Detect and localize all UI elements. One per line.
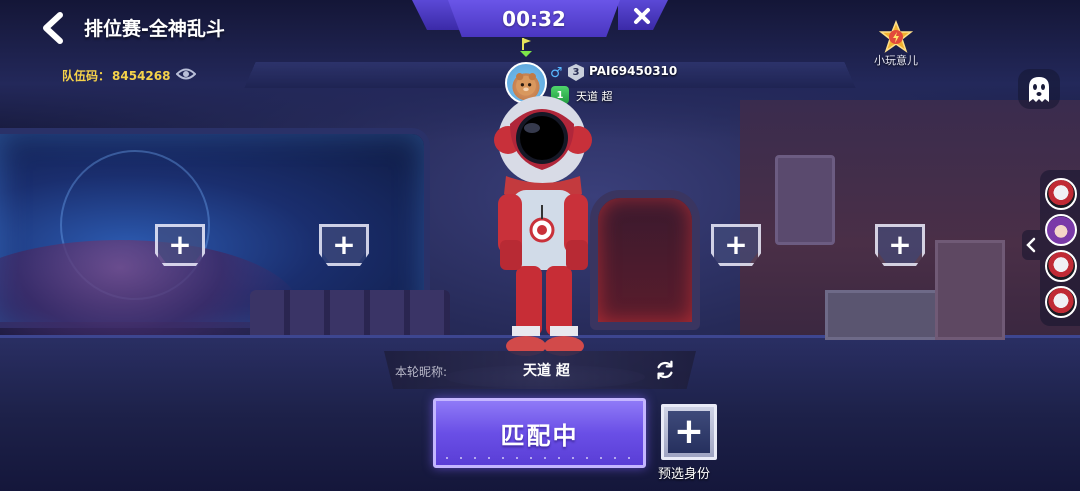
plus-icon: + — [888, 228, 912, 261]
round-nickname-value: 天道 超 — [523, 363, 570, 379]
close-icon — [634, 8, 650, 24]
emote-button[interactable] — [1018, 69, 1060, 109]
rank-badge[interactable]: 小玩意儿 — [868, 20, 924, 68]
preselect-role-button[interactable]: + — [661, 404, 717, 460]
matching-button[interactable]: 匹配中 — [433, 398, 646, 468]
page-title: 排位赛-全神乱斗 — [84, 18, 225, 40]
cancel-match-button[interactable] — [622, 1, 662, 31]
add-teammate-slot-4[interactable]: + — [875, 224, 925, 266]
add-teammate-slot-2[interactable]: + — [319, 224, 369, 266]
countdown-bar: 00:32 — [412, 0, 668, 37]
add-teammate-slot-1[interactable]: + — [155, 224, 205, 266]
player-id: PAI69450310 — [589, 64, 678, 78]
back-arrow-icon — [43, 12, 63, 44]
collapse-panel-button[interactable] — [1022, 230, 1040, 260]
plus-icon: + — [168, 228, 192, 261]
plus-icon: + — [673, 411, 705, 452]
wall-panel — [775, 155, 835, 245]
cargo-crate — [935, 240, 1005, 340]
plus-icon: + — [332, 228, 356, 261]
side-player-avatar-3[interactable] — [1045, 250, 1077, 282]
back-button[interactable] — [36, 10, 70, 46]
side-player-avatar-2[interactable] — [1045, 214, 1077, 246]
rank-label: 小玩意儿 — [874, 54, 918, 67]
round-nickname-label: 本轮昵称: — [395, 365, 448, 379]
team-code-value: 8454268 — [112, 68, 171, 83]
add-teammate-slot-3[interactable]: + — [711, 224, 761, 266]
team-code-label: 队伍码： — [62, 69, 111, 83]
team-code: 队伍码： 8454268 — [62, 67, 170, 84]
matching-button-label: 匹配中 — [500, 421, 579, 450]
progress-dots — [446, 457, 633, 459]
leader-flag-icon — [517, 36, 535, 58]
eye-icon[interactable] — [175, 66, 197, 82]
countdown-timer: 00:32 — [448, 0, 620, 37]
refresh-icon — [657, 360, 673, 380]
star-rank-icon — [879, 20, 913, 53]
side-player-avatar-4[interactable] — [1045, 286, 1077, 318]
cargo-crate — [825, 290, 945, 340]
preselect-role-label: 预选身份 — [658, 467, 711, 482]
male-icon: ♂ — [550, 65, 563, 81]
player-character[interactable] — [470, 90, 620, 370]
side-player-avatar-1[interactable] — [1045, 178, 1077, 210]
ghost-emote-icon — [1029, 77, 1049, 102]
chevron-left-icon — [1026, 237, 1036, 253]
seat-row — [250, 290, 450, 335]
plus-icon: + — [724, 228, 748, 261]
refresh-nickname-button[interactable] — [651, 358, 679, 382]
